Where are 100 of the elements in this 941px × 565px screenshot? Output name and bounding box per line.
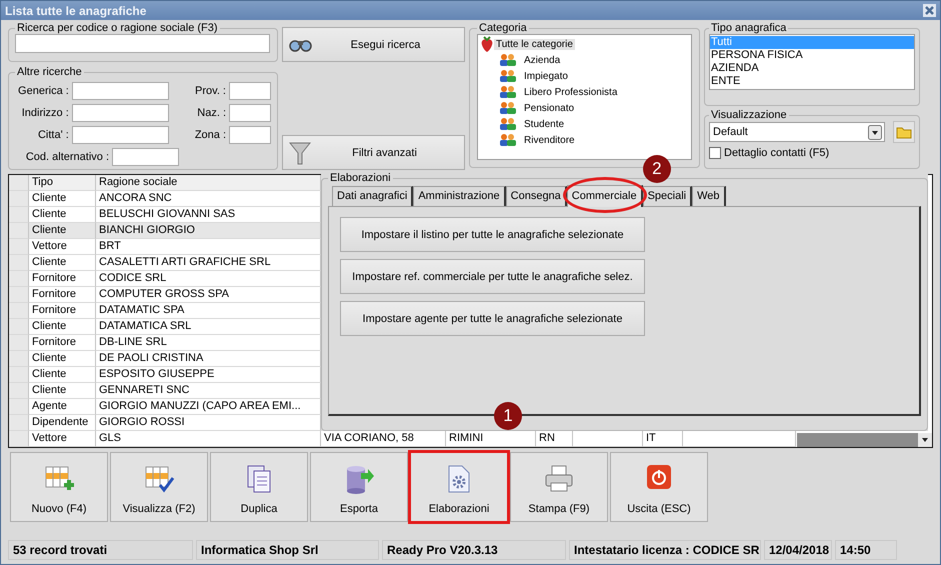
tab[interactable]: Web (692, 186, 726, 206)
table-row[interactable]: Cliente ANCORA SNC (9, 191, 321, 207)
toolbar-button[interactable]: Uscita (ESC) (610, 452, 708, 522)
toolbar-button[interactable]: Esporta (310, 452, 408, 522)
window-title: Lista tutte le anagrafiche (5, 4, 146, 18)
table-row[interactable]: Dipendente GIORGIO ROSSI (9, 415, 321, 431)
table-row[interactable]: Cliente DATAMATICA SRL (9, 319, 321, 335)
field-label: Citta' : (36, 129, 70, 141)
table-row[interactable]: Cliente BIANCHI GIORGIO (9, 223, 321, 239)
search-button[interactable]: Esegui ricerca (282, 27, 465, 62)
status-text: 12/04/2018 (764, 540, 832, 560)
checkbox-label: Dettaglio contatti (F5) (724, 147, 830, 159)
table-row[interactable]: Fornitore DB-LINE SRL (9, 335, 321, 351)
row-marker (9, 303, 29, 319)
tree-item[interactable]: Studente (478, 116, 691, 132)
input-field[interactable] (72, 104, 169, 122)
action-button[interactable]: Impostare il listino per tutte le anagrafiche selezionate (340, 217, 645, 252)
row-marker (9, 335, 29, 351)
toolbar-button[interactable]: Elaborazioni (410, 452, 508, 522)
checkbox[interactable] (709, 147, 721, 159)
field-label: Indirizzo : (20, 107, 70, 119)
field-label: Cod. alternativo : (24, 151, 110, 163)
input-field[interactable] (229, 126, 271, 144)
people-icon (499, 117, 517, 131)
list-item[interactable]: AZIENDA (710, 62, 914, 75)
row-marker (9, 271, 29, 287)
toolbar-button[interactable]: Visualizza (F2) (110, 452, 208, 522)
table-row[interactable]: Vettore GLS VIA CORIANO, 58 RIMINI RN IT (9, 431, 796, 447)
table-row[interactable]: Vettore BRT (9, 239, 321, 255)
table-row[interactable]: Agente GIORGIO MANUZZI (CAPO AREA EMI... (9, 399, 321, 415)
people-icon (499, 69, 517, 83)
list-item[interactable]: ENTE (710, 75, 914, 88)
table-cell: GLS (96, 431, 321, 447)
scroll-down-icon[interactable] (918, 433, 932, 447)
tab[interactable]: Commerciale (566, 185, 643, 207)
list-item[interactable]: PERSONA FISICA (710, 49, 914, 62)
table-row[interactable]: Fornitore COMPUTER GROSS SPA (9, 287, 321, 303)
tree-item[interactable]: Azienda (478, 52, 691, 68)
row-marker (9, 191, 29, 207)
field-label: Zona : (194, 129, 227, 141)
tab[interactable]: Speciali (642, 186, 692, 206)
row-marker (9, 319, 29, 335)
group-label: Tipo anagrafica (710, 22, 788, 34)
input-field[interactable] (229, 82, 271, 100)
table-row[interactable]: Fornitore DATAMATIC SPA (9, 303, 321, 319)
tab[interactable]: Consegna (506, 186, 567, 206)
table-row[interactable]: Fornitore CODICE SRL (9, 271, 321, 287)
group-label: Categoria (478, 22, 528, 34)
table-cell: RN (536, 431, 573, 447)
row-marker (9, 351, 29, 367)
strawberry-icon (480, 36, 494, 52)
group-label: Visualizzazione (710, 109, 788, 121)
row-marker (9, 223, 29, 239)
table-row[interactable]: Cliente DE PAOLI CRISTINA (9, 351, 321, 367)
table-row[interactable]: Cliente GENNARETI SNC (9, 383, 321, 399)
row-marker (9, 367, 29, 383)
tree-item[interactable]: Rivenditore (478, 132, 691, 148)
group-label: Altre ricerche (16, 66, 83, 78)
people-icon (499, 101, 517, 115)
row-marker (9, 383, 29, 399)
filter-button[interactable]: Filtri avanzati (282, 135, 465, 170)
input-field[interactable] (112, 148, 179, 166)
tree-item[interactable]: Libero Professionista (478, 84, 691, 100)
status-text: 14:50 (835, 540, 897, 560)
toolbar-button[interactable]: Nuovo (F4) (10, 452, 108, 522)
status-text: 53 record trovati (8, 540, 193, 560)
table-row[interactable]: Cliente ESPOSITO GIUSEPPE (9, 367, 321, 383)
step-badge: 2 (642, 155, 671, 183)
row-marker (9, 239, 29, 255)
field-label: Prov. : (194, 85, 227, 97)
view-dropdown[interactable]: Default (709, 122, 885, 142)
toolbar-button[interactable]: Duplica (210, 452, 308, 522)
action-button[interactable]: Impostare agente per tutte le anagrafiche selezionate (340, 301, 645, 336)
group-label: Ricerca per codice o ragione sociale (F3) (16, 22, 219, 34)
input-field[interactable] (72, 126, 169, 144)
tree-item[interactable]: Pensionato (478, 100, 691, 116)
close-icon[interactable] (923, 4, 936, 17)
folder-icon (896, 125, 912, 139)
row-marker (9, 431, 29, 447)
action-button[interactable]: Impostare ref. commerciale per tutte le anagrafiche selez. (340, 259, 645, 294)
tab[interactable]: Amministrazione (413, 186, 506, 206)
input-field[interactable] (72, 82, 169, 100)
scrollbar[interactable] (797, 433, 932, 447)
search-field[interactable] (15, 34, 270, 53)
row-marker (9, 207, 29, 223)
table-cell: IT (643, 431, 683, 447)
column-header[interactable]: Tipo (29, 175, 96, 191)
table-row[interactable]: Cliente BELUSCHI GIOVANNI SAS (9, 207, 321, 223)
tree-item[interactable]: Impiegato (478, 68, 691, 84)
tab[interactable]: Dati anagrafici (332, 186, 414, 206)
group-label: Elaborazioni (329, 172, 392, 184)
input-field[interactable] (229, 104, 271, 122)
folder-button[interactable] (893, 121, 915, 143)
column-header[interactable]: Ragione sociale (96, 175, 321, 191)
field-label: Generica : (17, 85, 70, 97)
table-cell: RIMINI (446, 431, 536, 447)
toolbar-button[interactable]: Stampa (F9) (510, 452, 608, 522)
tree-item[interactable]: Tutte le categorie (478, 36, 691, 52)
binoculars-icon (289, 38, 313, 52)
table-row[interactable]: Cliente CASALETTI ARTI GRAFICHE SRL (9, 255, 321, 271)
